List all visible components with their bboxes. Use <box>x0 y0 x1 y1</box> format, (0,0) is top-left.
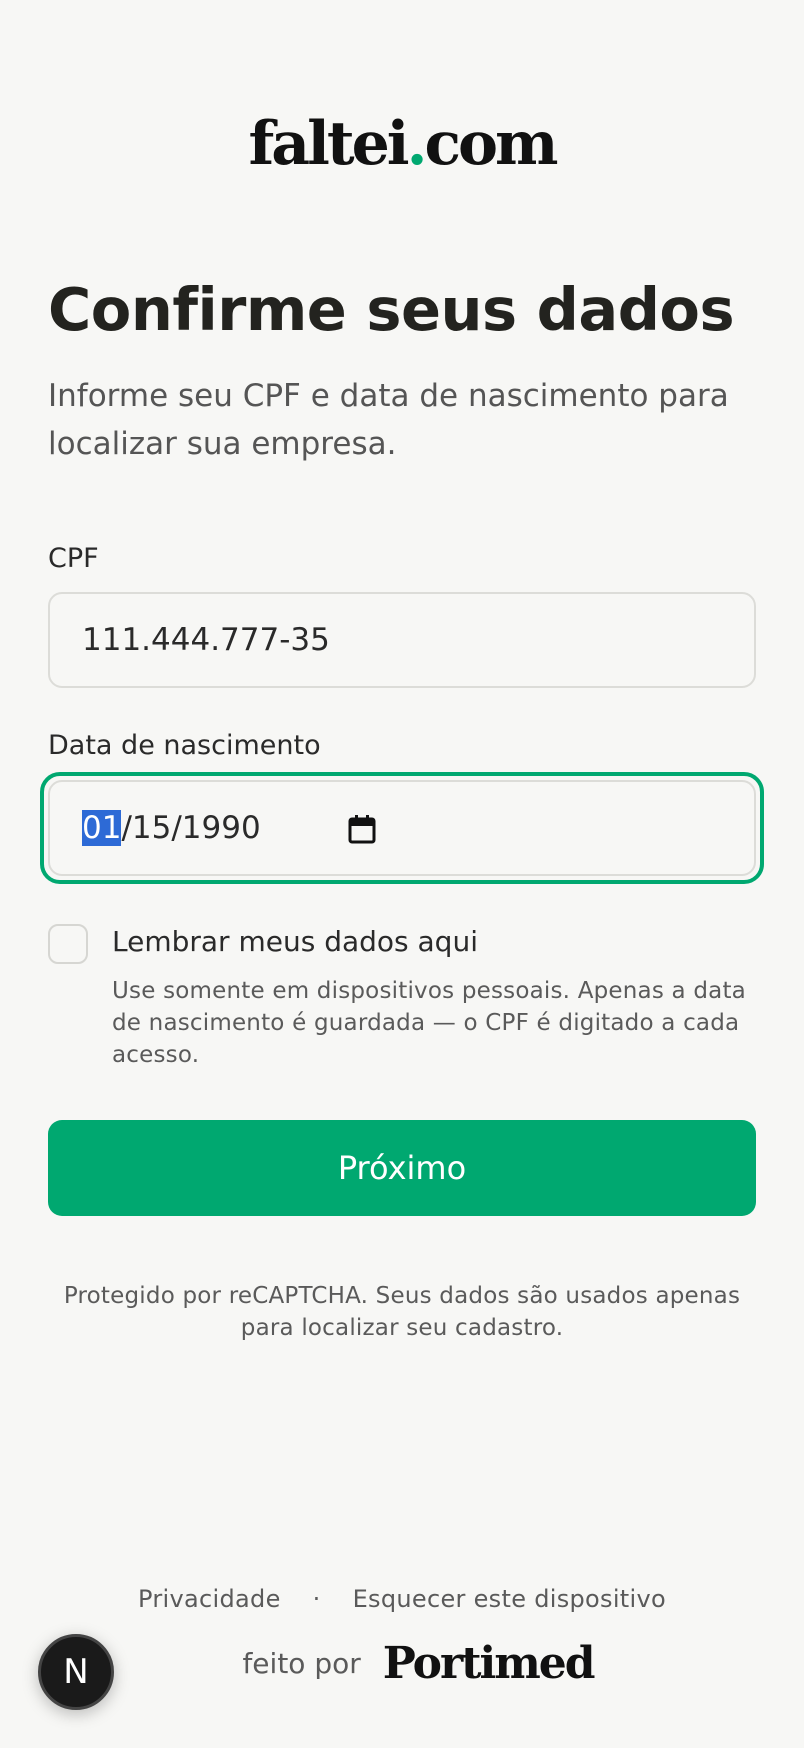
cpf-input[interactable]: 111.444.777-35 <box>48 592 756 688</box>
dob-rest: /15/1990 <box>121 810 261 846</box>
forget-device-link[interactable]: Esquecer este dispositivo <box>353 1585 666 1613</box>
made-by-text: feito por <box>242 1647 361 1680</box>
recaptcha-note: Protegido por reCAPTCHA. Seus dados são … <box>63 1283 741 1341</box>
cpf-label: CPF <box>48 543 99 574</box>
footer-separator: · <box>312 1585 321 1613</box>
calendar-icon[interactable] <box>348 814 376 844</box>
faltei-logo: faltei.com <box>248 109 558 179</box>
n-icon: N <box>63 1652 89 1692</box>
footer-links: Privacidade · Esquecer este dispositivo <box>0 1585 804 1613</box>
dob-label: Data de nascimento <box>48 730 321 761</box>
page: faltei.com Confirme seus dados Informe s… <box>0 0 804 1748</box>
page-subtitle: Informe seu CPF e data de nascimento par… <box>48 378 729 462</box>
remember-label[interactable]: Lembrar meus dados aqui <box>112 925 478 958</box>
cpf-value: 111.444.777-35 <box>82 622 330 658</box>
made-by: feito por Portimed <box>0 1638 804 1689</box>
dev-tools-badge[interactable]: N <box>38 1634 114 1710</box>
remember-checkbox[interactable] <box>48 924 88 964</box>
page-title: Confirme seus dados <box>48 275 735 344</box>
remember-help: Use somente em dispositivos pessoais. Ap… <box>112 978 746 1068</box>
portimed-logo: Portimed <box>382 1638 596 1689</box>
dob-month-segment[interactable]: 01 <box>82 810 122 846</box>
next-button[interactable]: Próximo <box>48 1120 756 1216</box>
privacy-link[interactable]: Privacidade <box>138 1585 281 1613</box>
dob-input[interactable]: 01/15/1990 <box>48 780 756 876</box>
